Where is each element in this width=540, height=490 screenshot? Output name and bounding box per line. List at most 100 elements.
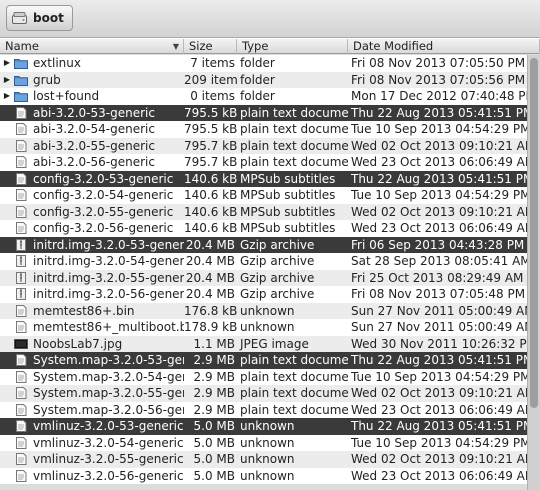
file-name: extlinux [33, 56, 81, 70]
text-file-icon [16, 321, 27, 334]
file-name-cell: memtest86+_multiboot.bin [0, 319, 184, 336]
text-file-icon [16, 139, 27, 152]
file-name: abi-3.2.0-54-generic [33, 122, 155, 136]
text-file-icon [16, 403, 27, 416]
file-type: unknown [240, 320, 295, 334]
sort-descending-icon: ▼ [172, 42, 179, 51]
file-name: System.map-3.2.0-53-generic [33, 353, 184, 367]
file-row[interactable]: initrd.img-3.2.0-56-generic 20.4 MB Gzip a… [0, 286, 527, 303]
file-row[interactable]: config-3.2.0-56-generic 140.6 kB MPSub sub… [0, 220, 527, 237]
file-name: abi-3.2.0-53-generic [33, 105, 155, 120]
file-size: 20.4 MB [185, 270, 235, 285]
file-row[interactable]: NoobsLab7.jpg 1.1 MB JPEG image Wed 30 Nov … [0, 335, 527, 352]
file-size: 2.9 MB [193, 386, 235, 400]
expand-arrow-icon[interactable]: ▶ [2, 72, 12, 89]
file-name: System.map-3.2.0-55-generic [33, 386, 184, 400]
file-date-modified: Wed 02 Oct 2013 09:10:21 AM EDT [351, 386, 527, 400]
text-file-icon [16, 205, 27, 218]
file-row[interactable]: initrd.img-3.2.0-55-generic 20.4 MB Gzip a… [0, 269, 527, 287]
file-name-cell: ▶ grub [0, 72, 184, 89]
file-size: 2.9 MB [193, 402, 235, 417]
folder-icon [14, 92, 28, 103]
file-row[interactable]: System.map-3.2.0-53-generic 2.9 MB plain t… [0, 352, 527, 369]
file-size: 2.9 MB [193, 353, 235, 367]
file-name: initrd.img-3.2.0-56-generic [33, 287, 184, 301]
file-row[interactable]: memtest86+_multiboot.bin 178.9 kB unknown S… [0, 319, 527, 336]
file-row[interactable]: initrd.img-3.2.0-54-generic 20.4 MB Gzip a… [0, 253, 527, 270]
file-row[interactable]: config-3.2.0-55-generic 140.6 kB MPSub sub… [0, 203, 527, 221]
breadcrumb-boot[interactable]: boot [6, 5, 73, 31]
column-header-size[interactable]: Size [184, 39, 237, 54]
archive-icon [16, 288, 26, 301]
file-size: 2.9 MB [193, 369, 235, 384]
file-date-modified: Thu 22 Aug 2013 05:41:51 PM EDT [351, 419, 527, 433]
file-row[interactable]: abi-3.2.0-53-generic 795.5 kB plain text d… [0, 104, 527, 121]
archive-icon [16, 271, 26, 284]
file-date-modified: Tue 10 Sep 2013 04:54:29 PM EDT [351, 122, 527, 136]
file-type: Gzip archive [240, 254, 315, 268]
expand-arrow-icon[interactable]: ▶ [2, 55, 12, 72]
file-row[interactable]: config-3.2.0-53-generic 140.6 kB MPSub sub… [0, 170, 527, 188]
breadcrumb-label: boot [33, 11, 64, 25]
file-row[interactable]: vmlinuz-3.2.0-54-generic 5.0 MB unknown Tue… [0, 434, 527, 452]
file-row[interactable]: vmlinuz-3.2.0-55-generic 5.0 MB unknown Wed… [0, 451, 527, 468]
text-file-icon [16, 123, 27, 136]
file-date-modified: Mon 17 Dec 2012 07:40:48 PM EST [351, 89, 527, 103]
file-size: 795.7 kB [184, 138, 237, 153]
file-name: abi-3.2.0-56-generic [33, 155, 155, 169]
expand-arrow-icon[interactable]: ▶ [2, 88, 12, 105]
file-name-cell: System.map-3.2.0-55-generic [0, 385, 184, 402]
file-date-modified: Sat 28 Sep 2013 08:05:41 AM EDT [351, 254, 527, 268]
file-row[interactable]: initrd.img-3.2.0-53-generic 20.4 MB Gzip a… [0, 236, 527, 253]
file-type: folder [240, 72, 275, 87]
file-name-cell: initrd.img-3.2.0-54-generic [0, 253, 184, 270]
file-name-cell: config-3.2.0-53-generic [0, 171, 184, 188]
file-row[interactable]: System.map-3.2.0-56-generic 2.9 MB plain t… [0, 401, 527, 418]
file-row[interactable]: abi-3.2.0-54-generic 795.5 kB plain text d… [0, 121, 527, 138]
file-row[interactable]: ▶ grub 209 itemsfolder Fri 08 Nov 2013 07:0… [0, 71, 527, 89]
file-name: abi-3.2.0-55-generic [33, 138, 155, 153]
file-row[interactable]: abi-3.2.0-56-generic 795.7 kB plain text d… [0, 154, 527, 171]
file-size: 20.4 MB [185, 254, 235, 268]
file-row[interactable]: ▶ lost+found 0 items folder Mon 17 Dec 2012 … [0, 88, 527, 105]
file-row[interactable]: memtest86+.bin 176.8 kB unknown Sun 27 Nov … [0, 302, 527, 319]
file-name: System.map-3.2.0-56-generic [33, 402, 184, 417]
file-date-modified: Tue 10 Sep 2013 04:54:29 PM EDT [351, 435, 527, 450]
file-name-cell: ▶ extlinux [0, 55, 184, 72]
file-size: 5.0 MB [193, 468, 235, 483]
file-type: unknown [240, 435, 295, 450]
file-name-cell: config-3.2.0-55-generic [0, 204, 184, 221]
file-size: 140.6 kB [184, 171, 237, 186]
file-name-cell: initrd.img-3.2.0-55-generic [0, 270, 184, 287]
file-size: 795.7 kB [184, 155, 237, 169]
text-file-icon [16, 172, 27, 185]
vertical-scrollbar[interactable] [527, 55, 540, 490]
image-icon [14, 338, 28, 349]
file-name: config-3.2.0-54-generic [33, 188, 174, 202]
file-type: plain text document [240, 155, 348, 169]
file-row[interactable]: vmlinuz-3.2.0-56-generic 5.0 MB unknown Wed… [0, 467, 527, 484]
file-type: Gzip archive [240, 287, 315, 301]
file-size: 0 items [190, 89, 235, 103]
file-row[interactable]: config-3.2.0-54-generic 140.6 kB MPSub sub… [0, 187, 527, 204]
file-row[interactable]: System.map-3.2.0-54-generic 2.9 MB plain t… [0, 368, 527, 385]
file-row[interactable]: ▶ extlinux 7 items folder Fri 08 Nov 2013 07… [0, 55, 527, 72]
file-name-cell: vmlinuz-3.2.0-54-generic [0, 435, 184, 452]
file-size: 7 items [190, 56, 235, 70]
file-row[interactable]: abi-3.2.0-55-generic 795.7 kB plain text d… [0, 137, 527, 154]
column-type-label: Type [242, 39, 269, 53]
column-header-name[interactable]: Name ▼ [0, 39, 184, 54]
file-row[interactable]: System.map-3.2.0-55-generic 2.9 MB plain t… [0, 385, 527, 402]
file-row[interactable]: vmlinuz-3.2.0-53-generic 5.0 MB unknown Thu… [0, 418, 527, 435]
file-date-modified: Thu 22 Aug 2013 05:41:51 PM EDT [351, 105, 527, 120]
file-name: vmlinuz-3.2.0-53-generic [33, 419, 184, 433]
text-file-icon [16, 106, 27, 119]
file-name: memtest86+_multiboot.bin [33, 320, 184, 334]
scrollbar-thumb[interactable] [530, 58, 538, 408]
location-bar: boot [0, 0, 540, 38]
file-name: grub [33, 72, 61, 87]
file-name-cell: config-3.2.0-54-generic [0, 187, 184, 204]
column-header-type[interactable]: Type [237, 39, 348, 54]
column-header-date[interactable]: Date Modified [348, 39, 540, 54]
folder-icon [14, 59, 28, 70]
